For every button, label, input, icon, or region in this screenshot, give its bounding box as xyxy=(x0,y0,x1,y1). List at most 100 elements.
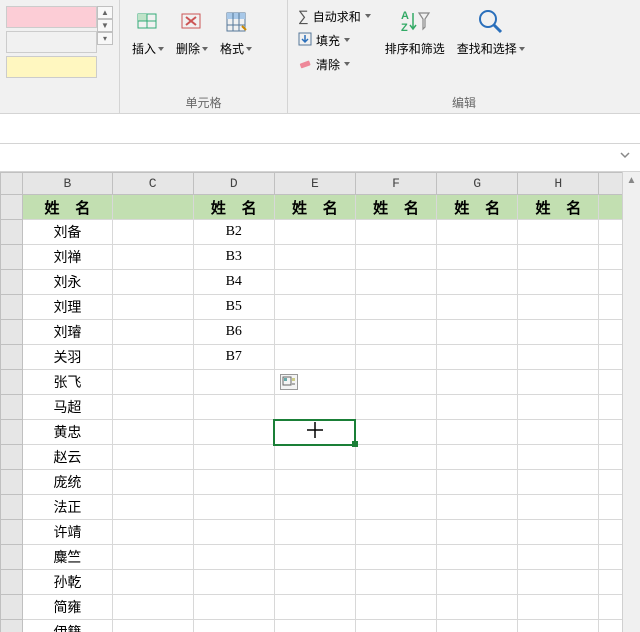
cell[interactable] xyxy=(112,320,193,345)
cell[interactable] xyxy=(274,345,355,370)
row-header[interactable] xyxy=(1,595,23,620)
cell[interactable]: 简雍 xyxy=(23,595,112,620)
cell-style-pink[interactable] xyxy=(6,6,97,28)
cell[interactable] xyxy=(437,295,518,320)
cell[interactable]: 姓 名 xyxy=(355,195,436,220)
cell[interactable] xyxy=(518,395,599,420)
cell[interactable] xyxy=(437,520,518,545)
cell[interactable] xyxy=(112,495,193,520)
cell[interactable]: 姓 名 xyxy=(274,195,355,220)
column-header[interactable]: C xyxy=(112,173,193,195)
cell[interactable] xyxy=(518,345,599,370)
column-header[interactable]: B xyxy=(23,173,112,195)
cell[interactable] xyxy=(193,620,274,632)
cell[interactable] xyxy=(437,420,518,445)
row-header[interactable] xyxy=(1,320,23,345)
cell[interactable] xyxy=(274,620,355,632)
styles-gallery[interactable]: ▲ ▼ ▾ xyxy=(0,0,120,113)
cell[interactable] xyxy=(274,295,355,320)
cell[interactable] xyxy=(112,395,193,420)
cell[interactable] xyxy=(518,445,599,470)
cell[interactable] xyxy=(112,420,193,445)
cell[interactable] xyxy=(112,295,193,320)
column-header[interactable]: F xyxy=(355,173,436,195)
cell[interactable] xyxy=(518,320,599,345)
cell[interactable]: 姓 名 xyxy=(23,195,112,220)
cell[interactable] xyxy=(112,620,193,632)
cell[interactable] xyxy=(355,395,436,420)
cell[interactable] xyxy=(112,570,193,595)
autofill-options-icon[interactable] xyxy=(280,374,298,390)
insert-button[interactable]: 插入 xyxy=(126,4,170,59)
cell[interactable] xyxy=(274,470,355,495)
cell[interactable] xyxy=(112,345,193,370)
cell[interactable] xyxy=(437,395,518,420)
cell[interactable] xyxy=(112,445,193,470)
cell[interactable] xyxy=(437,495,518,520)
cell[interactable] xyxy=(274,245,355,270)
row-header[interactable] xyxy=(1,495,23,520)
cell[interactable] xyxy=(355,470,436,495)
cell[interactable]: 刘永 xyxy=(23,270,112,295)
row-header[interactable] xyxy=(1,220,23,245)
cell[interactable] xyxy=(193,595,274,620)
cell[interactable] xyxy=(355,620,436,632)
cell[interactable] xyxy=(437,370,518,395)
cell[interactable] xyxy=(112,520,193,545)
find-select-button[interactable]: 查找和选择 xyxy=(451,4,531,59)
cell[interactable] xyxy=(518,570,599,595)
cell[interactable] xyxy=(193,470,274,495)
cell[interactable]: 姓 名 xyxy=(518,195,599,220)
clear-button[interactable]: 清除 xyxy=(294,52,375,76)
cell[interactable] xyxy=(355,245,436,270)
cell[interactable] xyxy=(355,295,436,320)
cell[interactable] xyxy=(112,595,193,620)
row-header[interactable] xyxy=(1,570,23,595)
vertical-scrollbar[interactable]: ▲ xyxy=(622,172,640,632)
cell[interactable] xyxy=(193,420,274,445)
cell[interactable]: 许靖 xyxy=(23,520,112,545)
cell[interactable] xyxy=(193,370,274,395)
cell[interactable] xyxy=(355,345,436,370)
column-header[interactable]: H xyxy=(518,173,599,195)
worksheet-grid[interactable]: BCDEFGH 姓 名姓 名姓 名姓 名姓 名姓 名刘备B2刘禅B3刘永B4刘理… xyxy=(0,172,640,632)
cell[interactable]: B5 xyxy=(193,295,274,320)
cell[interactable]: 伊籍 xyxy=(23,620,112,632)
cell[interactable] xyxy=(274,270,355,295)
cell[interactable] xyxy=(518,495,599,520)
cell[interactable] xyxy=(355,545,436,570)
cell[interactable] xyxy=(355,270,436,295)
cell[interactable] xyxy=(355,495,436,520)
fill-button[interactable]: 填充 xyxy=(294,28,375,52)
cell[interactable] xyxy=(274,220,355,245)
cell[interactable] xyxy=(437,620,518,632)
cell[interactable] xyxy=(518,245,599,270)
cell[interactable] xyxy=(274,320,355,345)
column-header[interactable]: G xyxy=(437,173,518,195)
cell[interactable] xyxy=(518,545,599,570)
cell[interactable]: 刘备 xyxy=(23,220,112,245)
formula-bar-expand[interactable] xyxy=(616,149,634,167)
cell[interactable] xyxy=(274,495,355,520)
cell[interactable] xyxy=(112,270,193,295)
cell[interactable] xyxy=(518,620,599,632)
cell[interactable] xyxy=(112,470,193,495)
cell[interactable] xyxy=(274,595,355,620)
cell[interactable]: 马超 xyxy=(23,395,112,420)
cell[interactable] xyxy=(437,245,518,270)
row-header[interactable] xyxy=(1,470,23,495)
cell[interactable]: 刘禅 xyxy=(23,245,112,270)
cell[interactable]: 赵云 xyxy=(23,445,112,470)
cell[interactable] xyxy=(437,595,518,620)
cell[interactable]: 姓 名 xyxy=(437,195,518,220)
cell[interactable]: 张飞 xyxy=(23,370,112,395)
gallery-down-icon[interactable]: ▼ xyxy=(97,19,113,32)
row-header[interactable] xyxy=(1,295,23,320)
cell[interactable] xyxy=(437,220,518,245)
cell[interactable] xyxy=(274,570,355,595)
cell[interactable]: 关羽 xyxy=(23,345,112,370)
cell[interactable] xyxy=(112,195,193,220)
cell[interactable] xyxy=(355,320,436,345)
cell[interactable] xyxy=(274,520,355,545)
cell[interactable] xyxy=(518,270,599,295)
